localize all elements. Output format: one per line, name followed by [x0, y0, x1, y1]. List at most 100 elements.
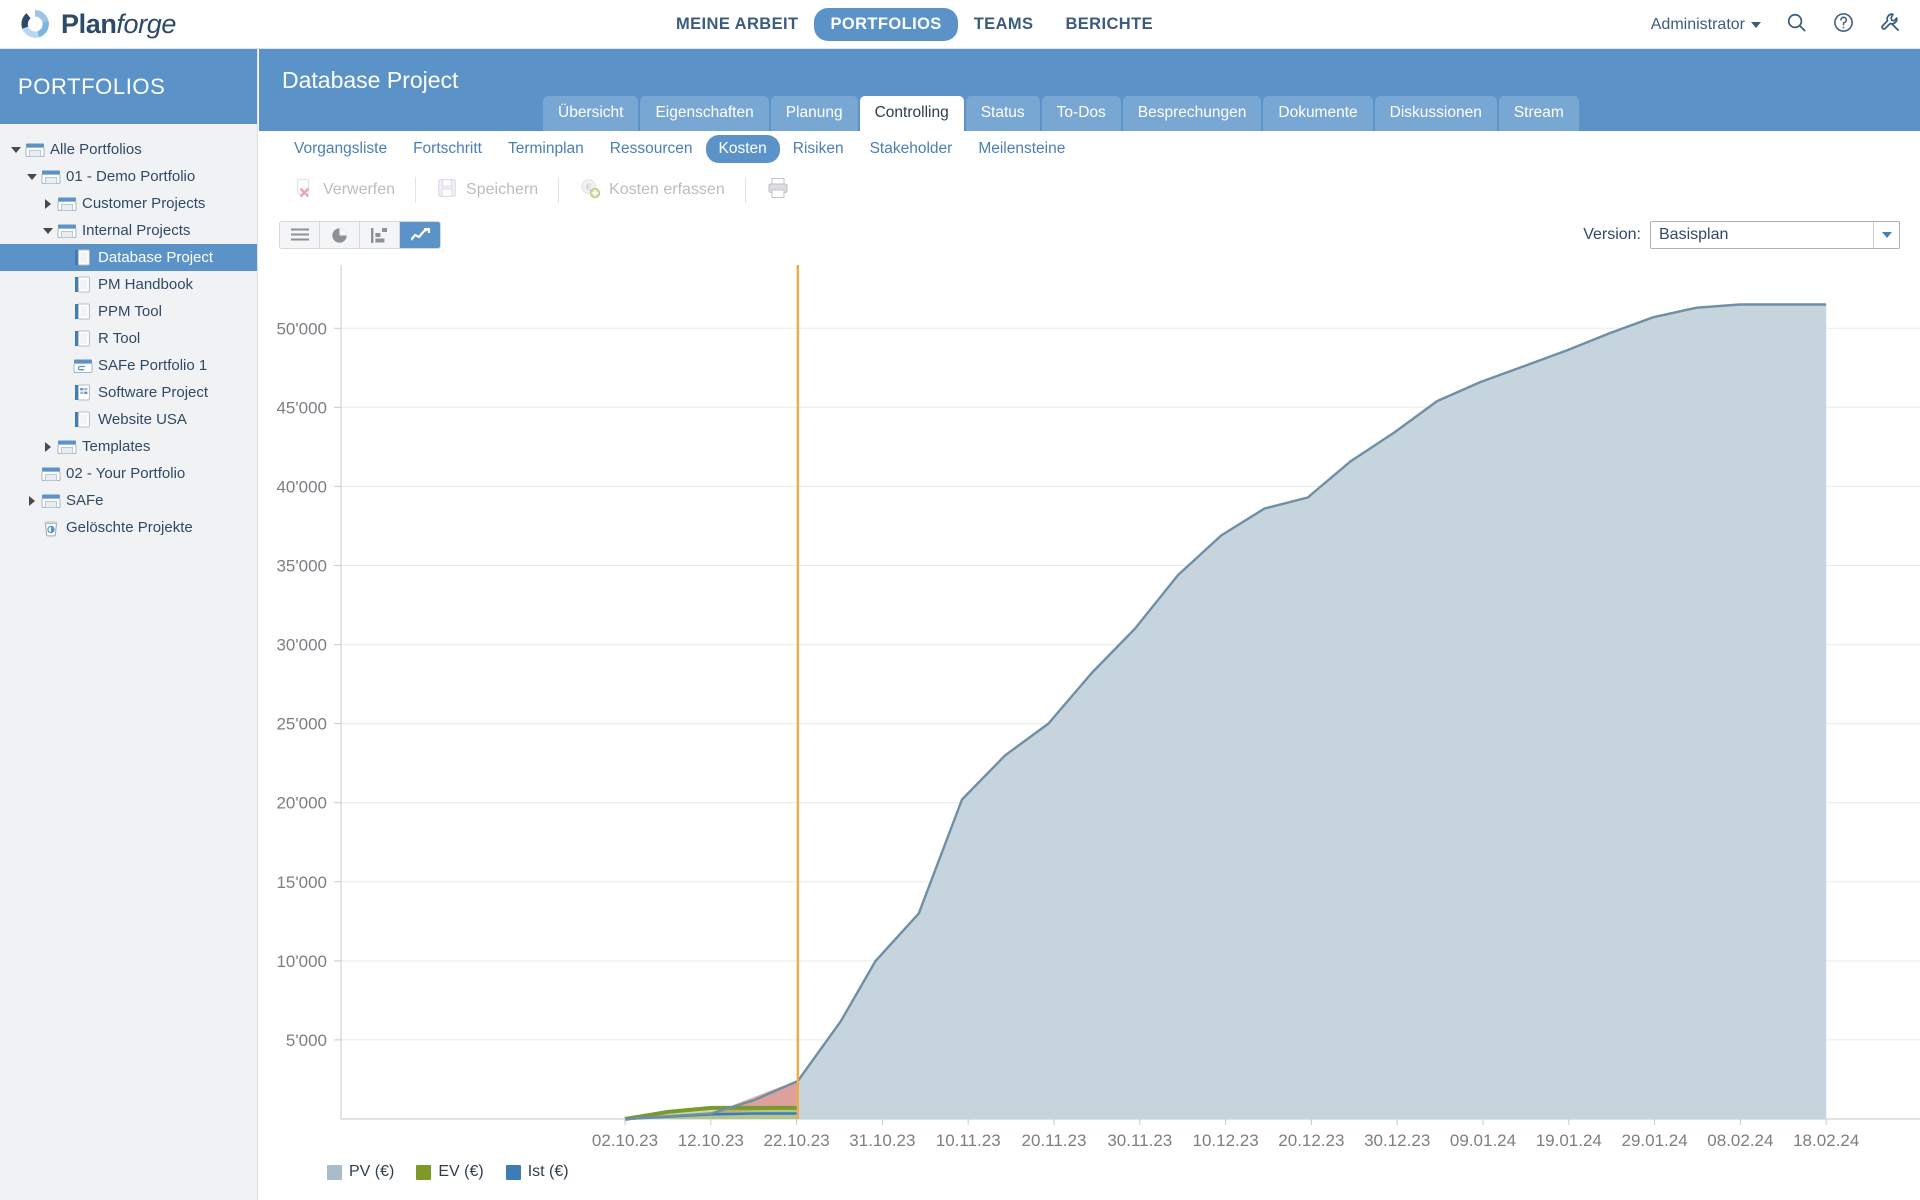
- svg-text:09.01.24: 09.01.24: [1450, 1131, 1516, 1150]
- version-label: Version:: [1583, 226, 1641, 243]
- legend-item[interactable]: PV (€): [327, 1163, 394, 1181]
- tree-item-label: 02 - Your Portfolio: [66, 465, 186, 482]
- tree-item-customer-projects[interactable]: Customer Projects: [0, 190, 257, 217]
- tab-to-dos[interactable]: To-Dos: [1041, 96, 1121, 131]
- tab-diskussionen[interactable]: Diskussionen: [1374, 96, 1497, 131]
- tab-stream[interactable]: Stream: [1498, 96, 1579, 131]
- save-button[interactable]: Speichern: [422, 177, 552, 204]
- legend-item[interactable]: Ist (€): [505, 1163, 569, 1181]
- chevron-right-icon[interactable]: [40, 441, 56, 452]
- svg-text:29.01.24: 29.01.24: [1622, 1131, 1688, 1150]
- tree-item-label: 01 - Demo Portfolio: [66, 168, 196, 185]
- tree-item-pm-handbook[interactable]: PM Handbook: [0, 271, 257, 298]
- sidebar: PORTFOLIOS Alle Portfolios 01 - Demo Port…: [0, 49, 258, 1200]
- page-title: Database Project: [282, 67, 459, 93]
- portfolio-folder-icon: [24, 142, 46, 158]
- tree-item-label: Software Project: [98, 384, 209, 401]
- project-icon: [72, 330, 94, 347]
- toolbar-separator: [558, 177, 560, 203]
- sidebar-header: PORTFOLIOS: [0, 49, 257, 124]
- pie-chart-icon[interactable]: [320, 222, 360, 248]
- cost-trend-chart: 5'000 10'000 15'000 20'000 25'000 30'000 35'00…: [259, 257, 1920, 1187]
- legend-item[interactable]: EV (€): [416, 1163, 484, 1181]
- svg-text:45'000: 45'000: [276, 398, 327, 417]
- tree-item-database-project[interactable]: Database Project: [0, 244, 257, 271]
- chevron-down-icon[interactable]: [8, 146, 24, 153]
- tree-item-safe[interactable]: SAFe: [0, 487, 257, 514]
- tab-besprechungen[interactable]: Besprechungen: [1122, 96, 1262, 131]
- svg-text:30.11.23: 30.11.23: [1107, 1131, 1172, 1150]
- discard-button[interactable]: Verwerfen: [279, 177, 409, 204]
- svg-text:10.11.23: 10.11.23: [936, 1131, 1001, 1150]
- svg-text:25'000: 25'000: [276, 715, 327, 734]
- nav-portfolios[interactable]: PORTFOLIOS: [814, 8, 958, 41]
- brand[interactable]: Planforge: [18, 7, 176, 41]
- tab-dokumente[interactable]: Dokumente: [1263, 96, 1373, 131]
- subtab-meilensteine[interactable]: Meilensteine: [965, 135, 1078, 163]
- tree-item-label: PM Handbook: [98, 276, 194, 293]
- tab-planung[interactable]: Planung: [770, 96, 858, 131]
- portfolio-folder-icon: [40, 169, 62, 185]
- tree-item-website-usa[interactable]: Website USA: [0, 406, 257, 433]
- save-label: Speichern: [466, 181, 539, 198]
- top-right-actions: Administrator: [1651, 0, 1902, 49]
- record-costs-button[interactable]: € Kosten erfassen: [565, 177, 739, 204]
- user-menu[interactable]: Administrator: [1651, 16, 1761, 34]
- subtab-terminplan[interactable]: Terminplan: [495, 135, 597, 163]
- tab--bersicht[interactable]: Übersicht: [543, 96, 639, 131]
- svg-text:10.12.23: 10.12.23: [1193, 1131, 1259, 1150]
- bar-chart-icon[interactable]: [360, 222, 400, 248]
- subtab-vorgangsliste[interactable]: Vorgangsliste: [281, 135, 400, 163]
- discard-x-icon: [293, 177, 315, 204]
- svg-text:30.12.23: 30.12.23: [1364, 1131, 1430, 1150]
- subtab-risiken[interactable]: Risiken: [780, 135, 857, 163]
- main-content: Database Project Übersicht Eigenschaften P…: [259, 49, 1920, 1200]
- tree-item-internal-projects[interactable]: Internal Projects: [0, 217, 257, 244]
- portfolio-folder-icon: [56, 196, 78, 212]
- tab-status[interactable]: Status: [965, 96, 1040, 131]
- tree-item-templates[interactable]: Templates: [0, 433, 257, 460]
- chevron-down-icon[interactable]: [1873, 222, 1899, 248]
- tools-icon[interactable]: [1879, 11, 1902, 39]
- help-icon[interactable]: [1832, 11, 1855, 39]
- tab-controlling[interactable]: Controlling: [859, 96, 964, 131]
- chart-svg[interactable]: 5'000 10'000 15'000 20'000 25'000 30'000 35'00…: [259, 257, 1920, 1187]
- main-navigation: MEINE ARBEIT PORTFOLIOS TEAMS BERICHTE: [660, 0, 1169, 49]
- list-view-icon[interactable]: [280, 222, 320, 248]
- svg-text:15'000: 15'000: [276, 873, 327, 892]
- nav-berichte[interactable]: BERICHTE: [1049, 8, 1169, 41]
- safe-portfolio-icon: [72, 358, 94, 374]
- version-select[interactable]: Basisplan: [1650, 221, 1900, 249]
- chevron-right-icon[interactable]: [40, 198, 56, 209]
- svg-text:20.11.23: 20.11.23: [1022, 1131, 1087, 1150]
- page-header: Database Project Übersicht Eigenschaften P…: [259, 49, 1920, 131]
- tree-item-alle-portfolios[interactable]: Alle Portfolios: [0, 136, 257, 163]
- chevron-right-icon[interactable]: [24, 495, 40, 506]
- tree-item-software-project[interactable]: Software Project: [0, 379, 257, 406]
- tree-item-r-tool[interactable]: R Tool: [0, 325, 257, 352]
- tree-item-01-demo-portfolio[interactable]: 01 - Demo Portfolio: [0, 163, 257, 190]
- line-chart-icon[interactable]: [400, 222, 440, 248]
- subtab-fortschritt[interactable]: Fortschritt: [400, 135, 495, 163]
- tree-item-label: PPM Tool: [98, 303, 162, 320]
- legend-swatch: [416, 1164, 432, 1180]
- nav-teams[interactable]: TEAMS: [958, 8, 1050, 41]
- print-button[interactable]: [752, 176, 804, 205]
- chevron-down-icon[interactable]: [40, 227, 56, 234]
- tree-item-label: Customer Projects: [82, 195, 206, 212]
- subtab-kosten[interactable]: Kosten: [705, 135, 780, 163]
- subtab-stakeholder[interactable]: Stakeholder: [857, 135, 966, 163]
- subtab-ressourcen[interactable]: Ressourcen: [597, 135, 706, 163]
- tree-item-ppm-tool[interactable]: PPM Tool: [0, 298, 257, 325]
- project-icon: [72, 249, 94, 266]
- tree-item-02-your-portfolio[interactable]: 02 - Your Portfolio: [0, 460, 257, 487]
- discard-label: Verwerfen: [323, 181, 396, 198]
- chevron-down-icon[interactable]: [24, 173, 40, 180]
- search-icon[interactable]: [1785, 11, 1808, 39]
- svg-text:50'000: 50'000: [276, 319, 327, 338]
- tab-eigenschaften[interactable]: Eigenschaften: [640, 96, 769, 131]
- euro-add-icon: €: [579, 177, 601, 204]
- nav-meine-arbeit[interactable]: MEINE ARBEIT: [660, 8, 814, 41]
- tree-item-gel-schte-projekte[interactable]: Gelöschte Projekte: [0, 514, 257, 541]
- tree-item-safe-portfolio-1[interactable]: SAFe Portfolio 1: [0, 352, 257, 379]
